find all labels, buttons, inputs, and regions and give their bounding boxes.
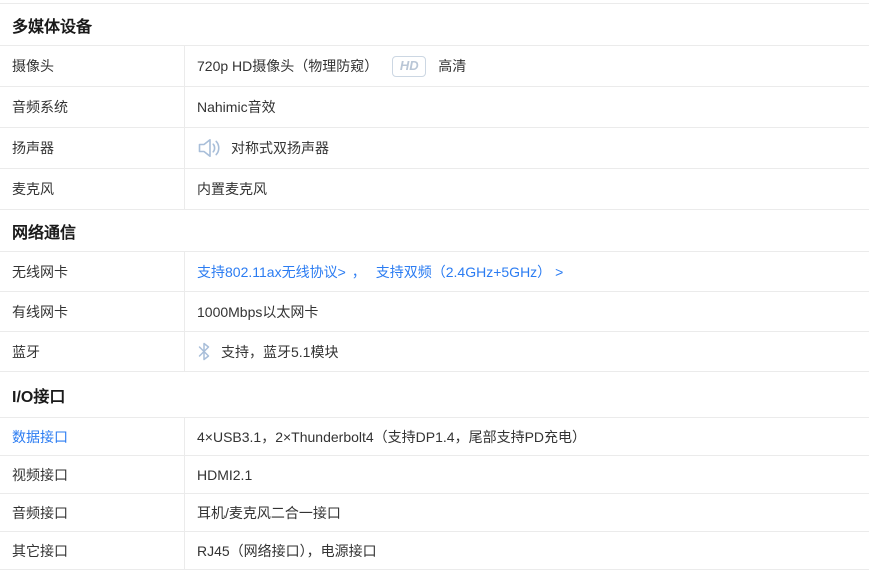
spec-row-bluetooth: 蓝牙 支持，蓝牙5.1模块 bbox=[0, 332, 869, 372]
spec-row-speaker: 扬声器 对称式双扬声器 bbox=[0, 128, 869, 169]
spec-value: 内置麦克风 bbox=[197, 181, 267, 197]
spec-row-data-ports: 数据接口 4×USB3.1，2×Thunderbolt4（支持DP1.4，尾部支… bbox=[0, 418, 869, 456]
spec-row-wireless: 无线网卡 支持802.11ax无线协议> ， 支持双频（2.4GHz+5GHz）… bbox=[0, 252, 869, 292]
section-network: 网络通信 无线网卡 支持802.11ax无线协议> ， 支持双频（2.4GHz+… bbox=[0, 210, 869, 372]
spec-label: 其它接口 bbox=[0, 532, 185, 569]
spec-label: 摄像头 bbox=[0, 46, 185, 86]
section-io: I/O接口 数据接口 4×USB3.1，2×Thunderbolt4（支持DP1… bbox=[0, 372, 869, 570]
spec-table: 多媒体设备 摄像头 720p HD摄像头（物理防窥） HD 高清 音频系统 Na… bbox=[0, 3, 869, 570]
spec-value: 支持802.11ax无线协议> ， 支持双频（2.4GHz+5GHz） > bbox=[185, 252, 869, 291]
spec-label: 麦克风 bbox=[0, 169, 185, 209]
spec-label: 有线网卡 bbox=[0, 292, 185, 331]
section-title: 网络通信 bbox=[0, 210, 869, 252]
section-title: I/O接口 bbox=[0, 372, 869, 418]
speaker-icon bbox=[197, 137, 221, 159]
spec-row-camera: 摄像头 720p HD摄像头（物理防窥） HD 高清 bbox=[0, 46, 869, 87]
spec-label: 视频接口 bbox=[0, 456, 185, 493]
spec-value: 支持，蓝牙5.1模块 bbox=[185, 332, 869, 371]
spec-value: 耳机/麦克风二合一接口 bbox=[197, 504, 341, 521]
bluetooth-value-text: 支持，蓝牙5.1模块 bbox=[221, 343, 339, 360]
bluetooth-icon bbox=[197, 342, 211, 361]
link-separator: ， bbox=[351, 263, 366, 280]
spec-row-audio-port: 音频接口 耳机/麦克风二合一接口 bbox=[0, 494, 869, 532]
spec-label: 扬声器 bbox=[0, 128, 185, 168]
spec-row-other-ports: 其它接口 RJ45（网络接口），电源接口 bbox=[0, 532, 869, 570]
speaker-value-text: 对称式双扬声器 bbox=[231, 140, 329, 156]
spec-row-video-port: 视频接口 HDMI2.1 bbox=[0, 456, 869, 494]
spec-label: 音频系统 bbox=[0, 87, 185, 127]
section-title: 多媒体设备 bbox=[0, 4, 869, 46]
data-ports-label-link[interactable]: 数据接口 bbox=[0, 418, 185, 455]
spec-row-wired: 有线网卡 1000Mbps以太网卡 bbox=[0, 292, 869, 332]
hd-badge-icon: HD bbox=[392, 55, 427, 77]
section-multimedia: 多媒体设备 摄像头 720p HD摄像头（物理防窥） HD 高清 音频系统 Na… bbox=[0, 4, 869, 210]
spec-value: 4×USB3.1，2×Thunderbolt4（支持DP1.4，尾部支持PD充电… bbox=[197, 428, 587, 445]
spec-value: 720p HD摄像头（物理防窥） HD 高清 bbox=[185, 46, 869, 86]
spec-label: 音频接口 bbox=[0, 494, 185, 531]
spec-value: 1000Mbps以太网卡 bbox=[197, 303, 319, 320]
spec-label: 无线网卡 bbox=[0, 252, 185, 291]
spec-label: 蓝牙 bbox=[0, 332, 185, 371]
spec-value: RJ45（网络接口），电源接口 bbox=[197, 542, 377, 559]
wifi-protocol-link[interactable]: 支持802.11ax无线协议> bbox=[197, 262, 346, 282]
hd-badge-suffix: 高清 bbox=[438, 58, 467, 74]
spec-row-audio-system: 音频系统 Nahimic音效 bbox=[0, 87, 869, 128]
dual-band-link[interactable]: 支持双频（2.4GHz+5GHz） > bbox=[376, 262, 564, 282]
spec-row-microphone: 麦克风 内置麦克风 bbox=[0, 169, 869, 210]
spec-value: 对称式双扬声器 bbox=[185, 128, 869, 168]
camera-value-text: 720p HD摄像头（物理防窥） bbox=[197, 58, 379, 74]
spec-value: Nahimic音效 bbox=[197, 99, 276, 115]
spec-value: HDMI2.1 bbox=[197, 466, 253, 483]
